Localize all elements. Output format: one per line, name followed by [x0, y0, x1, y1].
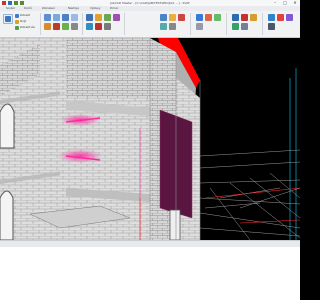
- ribbon-item-label[interactable]: Skrýt: [20, 20, 26, 23]
- tool-icon[interactable]: [214, 14, 221, 21]
- tool-icon[interactable]: [196, 23, 203, 30]
- tool-icon[interactable]: [95, 14, 102, 21]
- tool-icon[interactable]: [95, 23, 102, 30]
- background-void: [200, 38, 300, 240]
- tool-icon[interactable]: [205, 14, 212, 21]
- tool-icon[interactable]: [86, 23, 93, 30]
- group-separator: [262, 13, 263, 35]
- group-separator: [124, 13, 125, 35]
- view-front-icon[interactable]: [44, 14, 51, 21]
- ribbon-item-label[interactable]: Zobrazit: [20, 14, 30, 17]
- view-bottom-icon[interactable]: [53, 23, 60, 30]
- group-separator: [40, 13, 41, 35]
- undo-icon[interactable]: [14, 1, 18, 5]
- view-right-icon[interactable]: [71, 14, 78, 21]
- tool-icon[interactable]: [241, 23, 248, 30]
- 3d-viewport[interactable]: [0, 38, 300, 240]
- tool-icon[interactable]: [104, 23, 111, 30]
- ribbon-item-label[interactable]: Zobrazit vše: [20, 26, 35, 29]
- layer-icon: [5, 16, 11, 22]
- center-upper-wall: [66, 38, 150, 98]
- status-bar: [0, 240, 300, 247]
- hide-icon: [15, 20, 19, 24]
- small-window: [169, 209, 181, 240]
- tool-icon[interactable]: [268, 23, 275, 30]
- tool-icon[interactable]: [232, 14, 239, 21]
- tool-icon[interactable]: [286, 14, 293, 21]
- view-iso-icon[interactable]: [62, 23, 69, 30]
- group-separator: [82, 13, 83, 35]
- pink-highlight: [58, 149, 102, 163]
- redo-icon[interactable]: [20, 1, 24, 5]
- tool-icon[interactable]: [277, 14, 284, 21]
- save-icon[interactable]: [8, 1, 12, 5]
- tool-icon[interactable]: [104, 14, 111, 21]
- tool-icon[interactable]: [160, 23, 167, 30]
- ribbon-panel: Zobrazit Skrýt Zobrazit vše: [0, 11, 300, 38]
- application-window: JabCAD Master - [C:\CAD\JAB\TEST\PROJ\01…: [0, 0, 300, 300]
- view-left-icon[interactable]: [62, 14, 69, 21]
- tool-icon[interactable]: [169, 14, 176, 21]
- app-icon: [2, 1, 6, 5]
- tool-icon[interactable]: [178, 14, 185, 21]
- view-persp-icon[interactable]: [71, 23, 78, 30]
- arched-window: [0, 103, 15, 149]
- tool-icon[interactable]: [250, 14, 257, 21]
- group-separator: [190, 13, 191, 35]
- view-back-icon[interactable]: [53, 14, 60, 21]
- tool-icon[interactable]: [86, 14, 93, 21]
- bottom-panel: [0, 240, 300, 300]
- tool-icon[interactable]: [113, 14, 120, 21]
- tool-icon[interactable]: [160, 14, 167, 21]
- view-top-icon[interactable]: [44, 23, 51, 30]
- tool-icon[interactable]: [268, 14, 275, 21]
- group-separator: [226, 13, 227, 35]
- show-all-icon: [15, 26, 19, 30]
- tool-icon[interactable]: [196, 14, 203, 21]
- scene-canvas[interactable]: [0, 38, 300, 240]
- tool-icon[interactable]: [241, 14, 248, 21]
- tool-icon[interactable]: [169, 23, 176, 30]
- tool-icon[interactable]: [232, 23, 239, 30]
- show-icon: [15, 14, 19, 18]
- arched-window: [0, 190, 14, 240]
